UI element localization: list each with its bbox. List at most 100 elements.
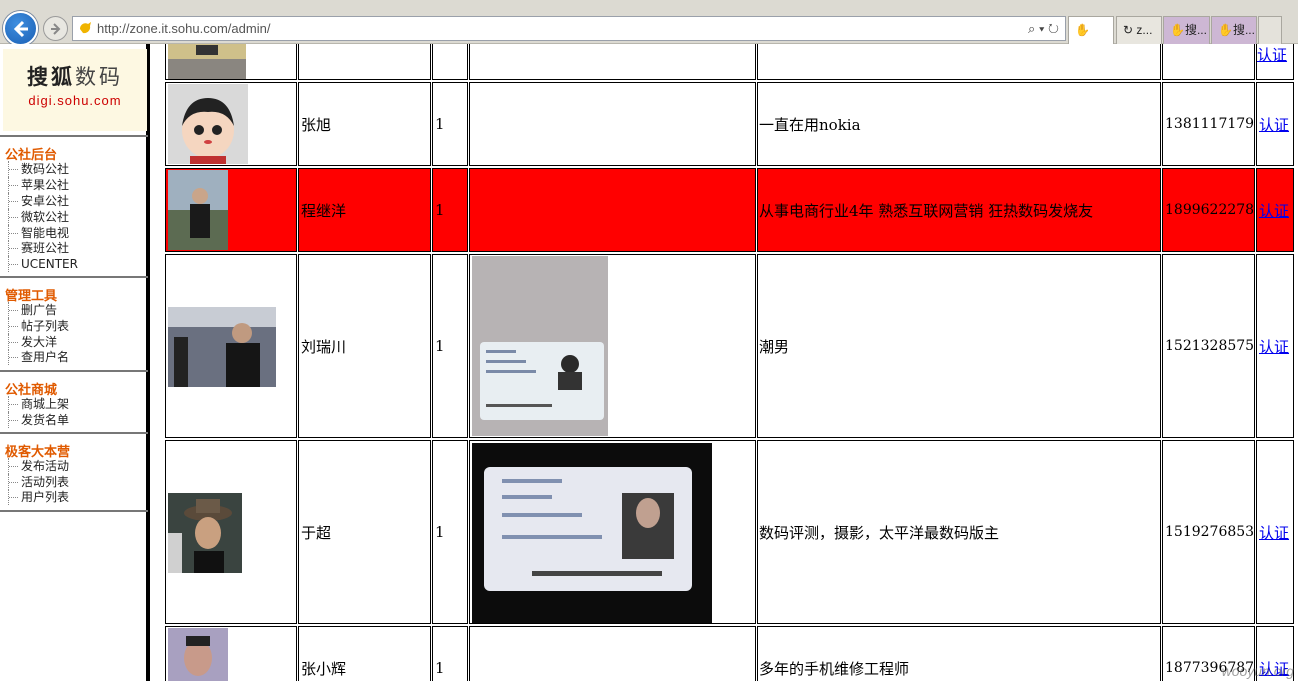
id-photo-cell bbox=[469, 168, 756, 252]
action-cell: 认证 bbox=[1256, 168, 1294, 252]
count-cell: 1 bbox=[432, 626, 468, 681]
id-photo-cell bbox=[469, 440, 756, 624]
new-tab-button[interactable] bbox=[1258, 16, 1282, 44]
intro-cell: 数码评测，摄影，太平洋最数码版主 bbox=[757, 440, 1161, 624]
logo-text-bold: 搜狐 bbox=[27, 65, 75, 89]
intro-cell: 一直在用nokia bbox=[757, 82, 1161, 166]
refresh-icon[interactable]: ↻ bbox=[1048, 21, 1059, 36]
avatar-cell bbox=[165, 44, 297, 80]
menu-item-android[interactable]: 安卓公社 bbox=[8, 193, 69, 209]
divider bbox=[0, 370, 148, 372]
avatar-image bbox=[168, 170, 228, 250]
tab-4[interactable]: ✋搜... bbox=[1211, 16, 1257, 44]
menu-item-shipping-list[interactable]: 发货名单 bbox=[8, 412, 69, 428]
phone-number: 15192768535 bbox=[1165, 524, 1255, 540]
count-value: 1 bbox=[435, 523, 445, 541]
applicant-name: 张小辉 bbox=[301, 659, 347, 678]
arrow-left-icon bbox=[13, 20, 28, 37]
count-cell: 1 bbox=[432, 168, 468, 252]
count-value: 1 bbox=[435, 115, 445, 133]
menu-item-apple[interactable]: 苹果公社 bbox=[8, 177, 69, 193]
count-cell: 1 bbox=[432, 440, 468, 624]
avatar-cell bbox=[165, 626, 297, 681]
menu-item-symbian[interactable]: 赛班公社 bbox=[8, 240, 69, 256]
menu-item-smart-tv[interactable]: 智能电视 bbox=[8, 225, 69, 241]
id-card-photo bbox=[472, 443, 712, 623]
user-application-table: 认证 张旭 1 一直在用nokia 13811171795 认证 程继洋 1 从… bbox=[155, 44, 1298, 681]
phone-cell: 15213285753 bbox=[1162, 254, 1255, 438]
intro-text: 从事电商行业4年 熟悉互联网营销 狂热数码发烧友 bbox=[759, 201, 1094, 220]
verify-link[interactable]: 认证 bbox=[1257, 44, 1287, 65]
avatar-cell bbox=[165, 440, 297, 624]
menu-item-send-coins[interactable]: 发大洋 bbox=[8, 334, 57, 350]
back-button[interactable] bbox=[3, 11, 38, 46]
avatar-image bbox=[168, 628, 228, 681]
menu-item-event-list[interactable]: 活动列表 bbox=[8, 474, 69, 490]
favicon-icon: ✋ bbox=[1218, 23, 1233, 37]
verify-link[interactable]: 认证 bbox=[1259, 200, 1289, 221]
intro-text: 一直在用nokia bbox=[759, 115, 861, 134]
menu-item-ucenter[interactable]: UCENTER bbox=[8, 256, 78, 272]
name-cell: 张小辉 bbox=[298, 626, 431, 681]
loading-icon: ↻ bbox=[1123, 23, 1134, 37]
watermark-text: wooyun.org bbox=[1221, 663, 1294, 679]
id-photo-cell bbox=[469, 626, 756, 681]
tab-active[interactable]: ✋ ✕ bbox=[1068, 16, 1114, 44]
id-photo-cell bbox=[469, 82, 756, 166]
verify-link[interactable]: 认证 bbox=[1259, 114, 1289, 135]
action-cell: 认证 bbox=[1256, 440, 1294, 624]
id-photo-cell bbox=[469, 254, 756, 438]
id-photo-cell bbox=[469, 44, 756, 80]
menu-item-post-list[interactable]: 帖子列表 bbox=[8, 318, 69, 334]
tab-2[interactable]: ↻ z... bbox=[1116, 16, 1162, 44]
menu-item-mall-listing[interactable]: 商城上架 bbox=[8, 396, 69, 412]
logo-text-light: 数码 bbox=[75, 65, 123, 89]
intro-text: 数码评测，摄影，太平洋最数码版主 bbox=[759, 523, 1000, 542]
applicant-name: 程继洋 bbox=[301, 201, 347, 220]
address-bar[interactable]: http://zone.it.sohu.com/admin/ ⌕ ▾ ↻ bbox=[72, 16, 1066, 41]
avatar-cell bbox=[165, 254, 297, 438]
avatar-image bbox=[168, 44, 246, 79]
intro-cell: 潮男 bbox=[757, 254, 1161, 438]
favicon-icon: ✋ bbox=[1170, 23, 1185, 37]
intro-cell: 多年的手机维修工程师 bbox=[757, 626, 1161, 681]
site-favicon-icon bbox=[80, 22, 91, 34]
name-cell bbox=[298, 44, 431, 80]
menu-item-user-list[interactable]: 用户列表 bbox=[8, 489, 69, 505]
action-cell: 认证 bbox=[1256, 44, 1294, 80]
search-icon[interactable]: ⌕ bbox=[1028, 21, 1035, 36]
dropdown-icon[interactable]: ▾ bbox=[1039, 21, 1044, 36]
avatar-cell bbox=[165, 82, 297, 166]
name-cell: 张旭 bbox=[298, 82, 431, 166]
admin-sidebar: 搜狐数码 digi.sohu.com 公社后台 数码公社 苹果公社 安卓公社 微… bbox=[0, 44, 150, 681]
applicant-name: 于超 bbox=[301, 523, 332, 542]
name-cell: 于超 bbox=[298, 440, 431, 624]
count-cell bbox=[432, 44, 468, 80]
forward-button[interactable] bbox=[43, 16, 68, 41]
menu-item-delete-ads[interactable]: 删广告 bbox=[8, 302, 57, 318]
phone-number: 13811171795 bbox=[1165, 116, 1255, 132]
divider bbox=[0, 276, 148, 278]
intro-cell bbox=[757, 44, 1161, 80]
menu-item-digital[interactable]: 数码公社 bbox=[8, 161, 69, 177]
browser-toolbar: http://zone.it.sohu.com/admin/ ⌕ ▾ ↻ ✋ ✕… bbox=[0, 0, 1298, 46]
count-value: 1 bbox=[435, 659, 445, 677]
name-cell: 刘瑞川 bbox=[298, 254, 431, 438]
count-cell: 1 bbox=[432, 254, 468, 438]
action-cell: 认证 bbox=[1256, 254, 1294, 438]
verify-link[interactable]: 认证 bbox=[1259, 522, 1289, 543]
phone-number: 18996222787 bbox=[1165, 202, 1255, 218]
id-card-photo bbox=[472, 256, 608, 436]
action-cell: 认证 bbox=[1256, 82, 1294, 166]
menu-item-publish-event[interactable]: 发布活动 bbox=[8, 458, 69, 474]
verify-link[interactable]: 认证 bbox=[1259, 336, 1289, 357]
phone-number: 15213285753 bbox=[1165, 338, 1255, 354]
menu-item-lookup-user[interactable]: 查用户名 bbox=[8, 349, 69, 365]
menu-item-microsoft[interactable]: 微软公社 bbox=[8, 209, 69, 225]
sohu-digi-logo[interactable]: 搜狐数码 digi.sohu.com bbox=[3, 49, 147, 131]
intro-text: 多年的手机维修工程师 bbox=[759, 659, 910, 678]
applicant-name: 张旭 bbox=[301, 115, 332, 134]
avatar-image bbox=[168, 493, 242, 573]
tab-3[interactable]: ✋搜... bbox=[1163, 16, 1210, 44]
phone-cell: 18996222787 bbox=[1162, 168, 1255, 252]
